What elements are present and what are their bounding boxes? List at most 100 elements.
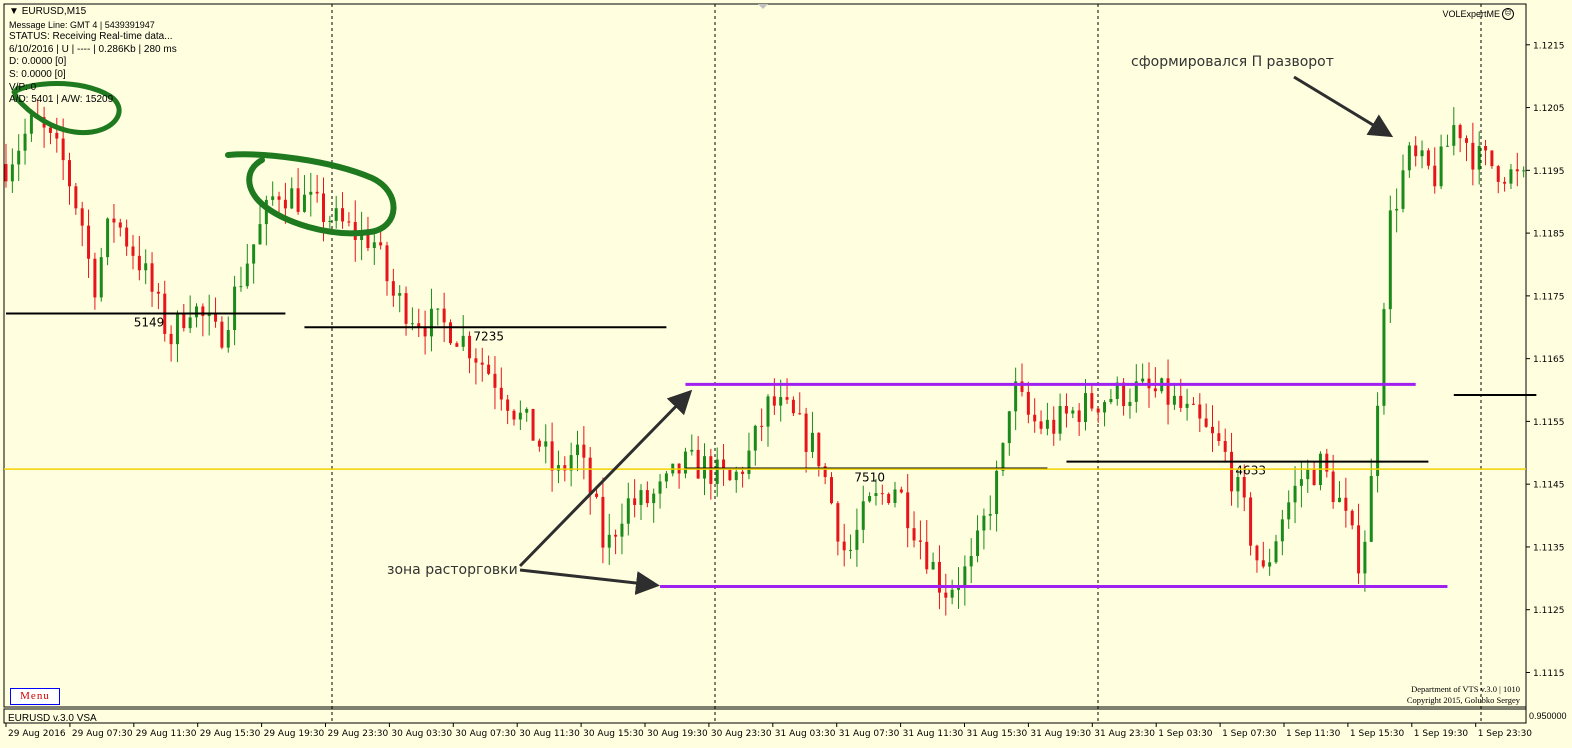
candle-body — [696, 449, 700, 479]
candle-body — [169, 333, 173, 345]
candle-body — [1014, 381, 1018, 412]
candle-body — [620, 523, 624, 537]
candle-body — [1420, 150, 1424, 157]
candle-body — [195, 306, 198, 318]
candle-body — [290, 188, 294, 209]
candle-body — [398, 293, 402, 296]
candle-body — [810, 432, 814, 452]
candle-body — [74, 186, 78, 209]
candle-body — [80, 208, 84, 226]
price-tick-label: 1.1145 — [1533, 481, 1565, 491]
time-tick-label: 29 Aug 23:30 — [328, 729, 389, 739]
candle-body — [798, 413, 802, 415]
candle-body — [277, 196, 281, 200]
time-tick-label: 1 Sep 23:30 — [1478, 729, 1533, 739]
candle-body — [175, 312, 179, 345]
candle-body — [1058, 405, 1062, 434]
time-tick-label: 1 Sep 11:30 — [1286, 729, 1341, 739]
candle-body — [347, 221, 351, 223]
candle-body — [512, 410, 516, 420]
candle-body — [1166, 378, 1170, 405]
candle-body — [334, 208, 338, 221]
candle-body — [423, 327, 427, 337]
candle-body — [969, 555, 973, 567]
candle-body — [61, 138, 65, 161]
credit-line-2: Copyright 2015, Golubko Sergey — [1406, 695, 1520, 705]
candle-body — [1465, 138, 1468, 143]
sub-axis-value: 0.950000 — [1529, 711, 1567, 721]
menu-button[interactable]: Menu — [10, 688, 60, 705]
time-tick-label: 29 Aug 2016 — [8, 729, 66, 739]
symbol-title-text: EURUSD,M15 — [21, 6, 87, 17]
candle-body — [429, 308, 433, 337]
candle-body — [328, 220, 332, 222]
candle-body — [1109, 398, 1113, 403]
time-tick-label: 31 Aug 07:30 — [839, 729, 900, 739]
credit-line-1: Department of VTS v.3.0 | 1010 — [1411, 684, 1520, 694]
collapse-icon[interactable]: ▼ — [9, 6, 19, 17]
candle-body — [1350, 510, 1354, 526]
candle-body — [995, 470, 999, 515]
candle-body — [772, 396, 776, 406]
vp-line: V/P: 0 — [9, 81, 37, 93]
candle-body — [639, 490, 643, 505]
info-line: 6/10/2016 | U | ---- | 0.286Kb | 280 ms — [9, 43, 177, 55]
candle-body — [1312, 468, 1316, 486]
candle-body — [785, 397, 789, 400]
candle-body — [1471, 142, 1475, 170]
price-tick-label: 1.1205 — [1533, 104, 1565, 114]
candle-body — [1477, 146, 1481, 170]
candle-body — [271, 196, 275, 200]
d-line: D: 0.0000 [0] — [9, 56, 67, 68]
candle-body — [893, 489, 897, 504]
candle-body — [1280, 519, 1284, 542]
candle-body — [214, 314, 218, 322]
symbol-title: ▼ EURUSD,M15 — [9, 6, 177, 19]
candle-body — [1344, 497, 1348, 511]
candle-body — [544, 441, 548, 447]
candle-body — [1052, 419, 1056, 434]
time-tick-label: 29 Aug 15:30 — [200, 729, 261, 739]
time-tick-label: 31 Aug 03:30 — [775, 729, 836, 739]
candle-body — [1090, 393, 1094, 409]
main-plot-area — [3, 3, 1527, 708]
candle-body — [17, 150, 21, 165]
candle-body — [468, 335, 472, 359]
candle-body — [207, 314, 211, 317]
candle-body — [626, 498, 630, 524]
volume-level-label: 7510 — [854, 470, 885, 484]
volume-level-label: 7235 — [473, 329, 504, 343]
candle-body — [220, 321, 224, 348]
candle-body — [1096, 408, 1100, 413]
candle-body — [487, 364, 491, 374]
candle-body — [518, 412, 522, 420]
candle-body — [849, 549, 853, 551]
price-tick-label: 1.1135 — [1533, 543, 1565, 553]
info-panel: ▼ EURUSD,M15 Message Line: GMT 4 | 54393… — [9, 6, 177, 107]
time-tick-label: 29 Aug 19:30 — [264, 729, 325, 739]
candle-body — [982, 515, 986, 531]
candle-body — [931, 561, 935, 570]
candle-body — [1401, 170, 1405, 209]
candle-body — [10, 164, 14, 182]
candle-body — [537, 440, 541, 447]
candle-body — [1001, 443, 1005, 471]
price-tick-label: 1.1165 — [1533, 355, 1565, 365]
candle-body — [569, 455, 573, 471]
time-tick-label: 30 Aug 03:30 — [391, 729, 452, 739]
candle-body — [112, 218, 116, 223]
indicator-subwindow — [3, 708, 1527, 724]
candle-body — [1357, 525, 1361, 574]
price-tick-label: 1.1125 — [1533, 606, 1565, 616]
candle-body — [455, 343, 459, 347]
time-tick-label: 30 Aug 15:30 — [583, 729, 644, 739]
candle-body — [1185, 403, 1189, 408]
candle-body — [201, 306, 205, 317]
candle-body — [633, 498, 637, 505]
candle-body — [690, 449, 694, 452]
candlestick-chart[interactable]: 5149 7235 7510 4633 1.1215 1.1205 1.1195 1.118… — [0, 0, 1572, 748]
annotation-reversal: сформировался П разворот — [1131, 54, 1334, 70]
candle-body — [880, 493, 884, 495]
candle-body — [791, 399, 795, 414]
candle-body — [937, 561, 941, 593]
